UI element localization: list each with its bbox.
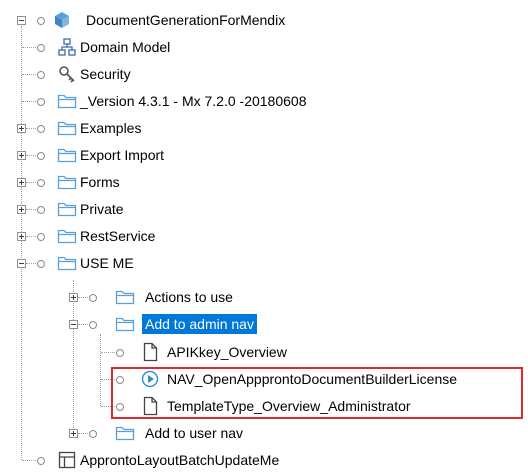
domain-model-icon [58,38,76,56]
tree-node-label: USE ME [80,255,134,271]
expand-toggle-icon[interactable] [17,124,26,133]
collapse-toggle-icon[interactable] [17,259,26,268]
tree-node-version-folder[interactable]: _Version 4.3.1 - Mx 7.2.0 -20180608 [0,88,528,115]
expand-toggle-icon[interactable] [17,232,26,241]
status-circle-icon [37,179,45,187]
folder-icon [57,256,77,271]
status-circle-icon [37,260,45,268]
folder-icon [57,175,77,190]
expand-toggle-icon[interactable] [69,429,78,438]
folder-icon [115,317,135,332]
tree-node-label: ApprontoLayoutBatchUpdateMe [80,452,280,468]
tree-node-forms[interactable]: Forms [0,169,528,196]
folder-icon [57,121,77,136]
status-circle-icon [37,152,45,160]
tree-node-root[interactable]: DocumentGenerationForMendix [0,7,528,34]
module-icon [55,12,69,28]
tree-node-label: Security [80,66,131,82]
tree-node-use-me[interactable]: USE ME [0,250,528,277]
tree-node-add-to-user-nav[interactable]: Add to user nav [0,420,528,447]
expand-toggle-icon[interactable] [17,151,26,160]
folder-icon [115,426,135,441]
tree-node-label: APIKkey_Overview [167,344,287,360]
tree-node-label: Private [80,201,124,217]
tree-node-label: Domain Model [80,39,171,55]
status-circle-icon [37,233,45,241]
tree-node-add-to-admin-nav[interactable]: Add to admin nav [0,311,528,338]
tree-node-label: Forms [80,174,120,190]
folder-icon [57,148,77,163]
status-circle-icon [37,44,45,52]
tree-node-export-import[interactable]: Export Import [0,142,528,169]
tree-node-private[interactable]: Private [0,196,528,223]
tree-node-apikkey-overview[interactable]: APIKkey_Overview [0,339,528,366]
collapse-toggle-icon[interactable] [69,320,78,329]
tree-node-label: _Version 4.3.1 - Mx 7.2.0 -20180608 [80,93,307,109]
page-icon [143,342,158,362]
tree-node-label: Examples [80,120,142,136]
tree-node-label: Actions to use [145,289,233,305]
tree-node-label: DocumentGenerationForMendix [86,12,286,28]
folder-icon [57,94,77,109]
folder-icon [115,290,135,305]
tree-node-label: Add to user nav [145,425,244,441]
status-circle-icon [89,321,97,329]
folder-icon [57,202,77,217]
tree-node-domain-model[interactable]: Domain Model [0,34,528,61]
highlight-box [111,367,523,419]
status-circle-icon [116,349,124,357]
expand-toggle-icon[interactable] [69,293,78,302]
status-circle-icon [37,125,45,133]
expand-toggle-icon[interactable] [17,205,26,214]
tree-node-actions-to-use[interactable]: Actions to use [0,284,528,311]
tree-node-label: RestService [80,228,156,244]
tree-node-restservice[interactable]: RestService [0,223,528,250]
security-key-icon [59,66,75,83]
status-circle-icon [37,98,45,106]
status-circle-icon [37,457,45,465]
tree-node-examples[interactable]: Examples [0,115,528,142]
folder-icon [57,229,77,244]
layout-icon [58,451,76,469]
tree-node-label: Export Import [80,147,165,163]
collapse-toggle-icon[interactable] [17,16,26,25]
status-circle-icon [37,71,45,79]
tree-node-label-selected: Add to admin nav [142,314,257,334]
project-explorer-tree: DocumentGenerationForMendix Domain Model… [0,0,528,469]
status-circle-icon [37,206,45,214]
status-circle-icon [89,294,97,302]
status-circle-icon [89,430,97,438]
expand-toggle-icon[interactable] [17,178,26,187]
status-circle-icon [37,17,45,25]
tree-node-layout-batch-update[interactable]: ApprontoLayoutBatchUpdateMe [0,447,528,474]
tree-node-security[interactable]: Security [0,61,528,88]
